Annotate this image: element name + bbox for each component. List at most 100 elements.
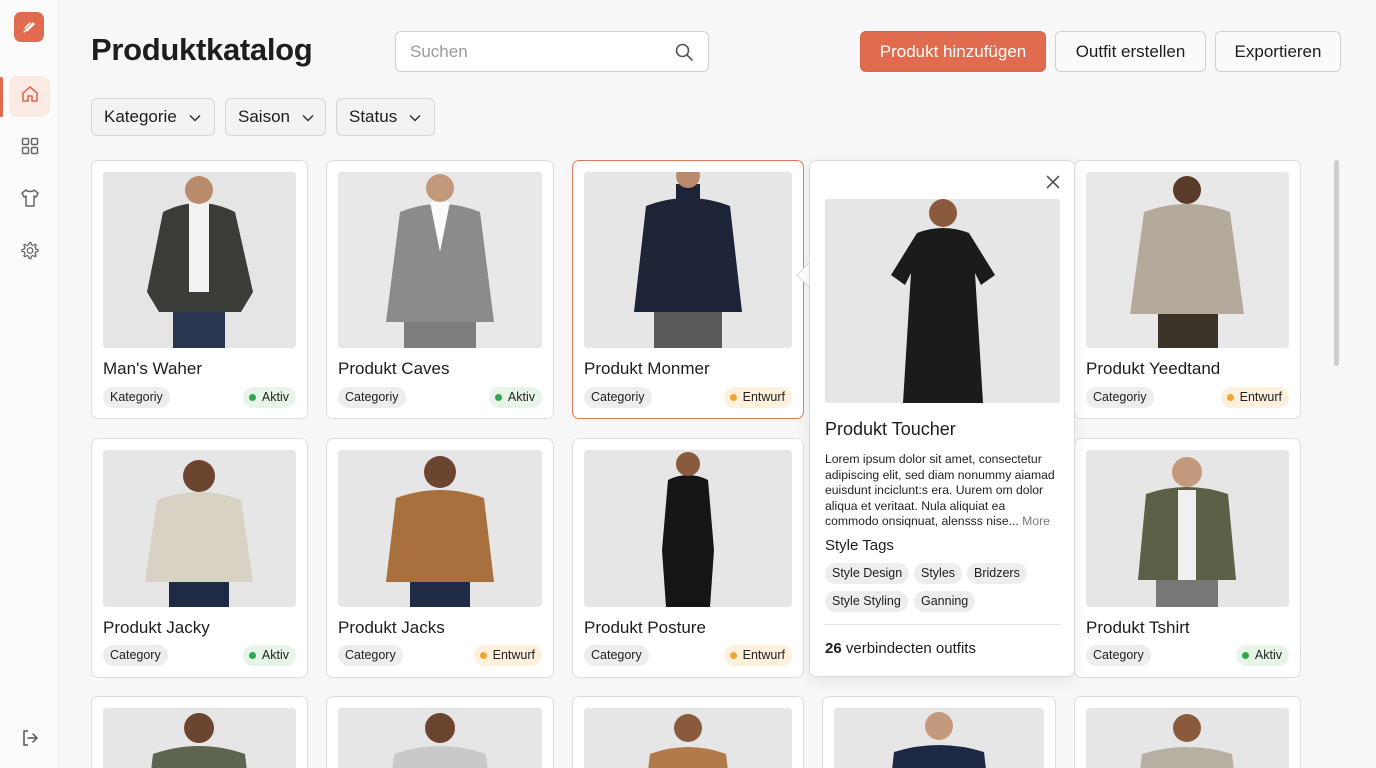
filter-label: Status (349, 107, 398, 126)
chevron-down-icon (189, 107, 201, 127)
status-label: Entwurf (742, 390, 785, 404)
status-label: Aktiv (507, 390, 535, 404)
product-name: Produkt Monmer (584, 359, 710, 378)
status-badge: Entwurf (723, 645, 792, 666)
product-card[interactable] (1074, 696, 1301, 768)
status-dot (494, 394, 502, 401)
logout-icon (20, 728, 40, 753)
product-card[interactable]: Produkt Jacky Category Aktiv (91, 438, 308, 678)
product-card[interactable]: Produkt Yeedtand Categoriy Entwurf (1074, 160, 1301, 419)
product-image (338, 708, 542, 768)
status-dot (1226, 394, 1234, 401)
status-label: Aktiv (261, 648, 289, 662)
product-image (584, 708, 792, 768)
category-chip: Category (1086, 645, 1151, 666)
status-dot (248, 652, 256, 659)
product-card[interactable] (822, 696, 1056, 768)
search-box (395, 31, 709, 72)
shirt-icon (19, 187, 41, 214)
linked-outfits-count: 26 (825, 640, 842, 657)
linked-outfits-label: verbindecten outfits (845, 640, 976, 657)
product-card[interactable]: Produkt Monmer Categoriy Entwurf (572, 160, 804, 419)
category-chip: Categoriy (1086, 387, 1154, 408)
product-image (338, 450, 542, 607)
sidebar-item-catalog[interactable] (9, 128, 50, 169)
product-name: Produkt Caves (338, 359, 450, 378)
product-image (584, 172, 792, 348)
status-dot (1241, 652, 1249, 659)
product-image (1086, 708, 1289, 768)
status-label: Entwurf (742, 648, 785, 662)
product-card[interactable]: Man's Waher Kategoriy Aktiv (91, 160, 308, 419)
product-card[interactable]: Produkt Caves Categoriy Aktiv (326, 160, 554, 419)
divider (825, 624, 1061, 625)
style-tag[interactable]: Ganning (914, 591, 976, 612)
product-image (103, 450, 296, 607)
status-dot (729, 652, 737, 659)
product-detail-popover: Produkt Toucher Lorem ipsum dolor sit am… (809, 160, 1075, 677)
sidebar-item-outfits[interactable] (9, 180, 50, 221)
status-label: Entwurf (492, 648, 535, 662)
product-name: Produkt Yeedtand (1086, 359, 1221, 378)
product-image (1086, 172, 1289, 348)
page-title: Produktkatalog (91, 32, 313, 67)
style-tag[interactable]: Styles (914, 563, 963, 584)
product-description-text: Lorem ipsum dolor sit amet, consectetur … (825, 452, 1055, 528)
product-card[interactable] (326, 696, 554, 768)
product-image (1086, 450, 1289, 607)
chevron-down-icon (409, 107, 421, 127)
filter-label: Saison (238, 107, 290, 126)
product-image (103, 172, 296, 348)
category-chip: Kategoriy (103, 387, 170, 408)
app-root: Produktkatalog Produkt hinzufügen Outfit… (0, 0, 1376, 768)
linked-outfits[interactable]: 26 verbindecten outfits (825, 640, 976, 657)
search-input[interactable] (396, 32, 666, 71)
status-badge: Entwurf (473, 645, 542, 666)
status-dot (479, 652, 487, 659)
style-tag[interactable]: Style Styling (825, 591, 908, 612)
sidebar-item-settings[interactable] (9, 232, 50, 273)
grid-icon (20, 136, 40, 161)
category-chip: Category (584, 645, 649, 666)
product-description: Lorem ipsum dolor sit amet, consectetur … (825, 452, 1061, 530)
category-chip: Categoriy (584, 387, 652, 408)
category-chip: Category (338, 645, 403, 666)
product-image (584, 450, 792, 607)
product-detail-title: Produkt Toucher (825, 419, 956, 439)
style-tag[interactable]: Style Design (825, 563, 910, 584)
close-icon[interactable] (1044, 173, 1062, 191)
more-link[interactable]: More (1022, 514, 1050, 528)
status-badge: Aktiv (488, 387, 542, 408)
style-tags-heading: Style Tags (825, 537, 894, 554)
nav-active-indicator (0, 77, 3, 117)
chevron-down-icon (302, 107, 314, 127)
status-dot (729, 394, 737, 401)
status-badge: Aktiv (242, 645, 296, 666)
category-chip: Categoriy (338, 387, 406, 408)
logout-button[interactable] (9, 720, 50, 761)
product-card[interactable]: Produkt Jacks Category Entwurf (326, 438, 554, 678)
product-name: Produkt Posture (584, 618, 706, 637)
product-image (834, 708, 1044, 768)
category-chip: Category (103, 645, 168, 666)
sidebar (0, 0, 59, 768)
product-card[interactable] (91, 696, 308, 768)
filter-status[interactable]: Status (336, 98, 435, 136)
filter-season[interactable]: Saison (225, 98, 326, 136)
sidebar-item-home[interactable] (9, 76, 50, 117)
home-icon (20, 84, 40, 109)
filter-category[interactable]: Kategorie (91, 98, 215, 136)
product-card[interactable] (572, 696, 804, 768)
add-product-button[interactable]: Produkt hinzufügen (860, 31, 1046, 72)
scrollbar-thumb[interactable] (1334, 160, 1339, 366)
product-card[interactable]: Produkt Tshirt Category Aktiv (1074, 438, 1301, 678)
status-badge: Aktiv (242, 387, 296, 408)
product-card[interactable]: Produkt Posture Category Entwurf (572, 438, 804, 678)
create-outfit-button[interactable]: Outfit erstellen (1055, 31, 1206, 72)
export-button[interactable]: Exportieren (1215, 31, 1341, 72)
style-tag[interactable]: Bridzers (967, 563, 1027, 584)
logo-icon[interactable] (14, 12, 44, 42)
status-label: Aktiv (1254, 648, 1282, 662)
search-icon[interactable] (674, 42, 694, 67)
filter-label: Kategorie (104, 107, 177, 126)
